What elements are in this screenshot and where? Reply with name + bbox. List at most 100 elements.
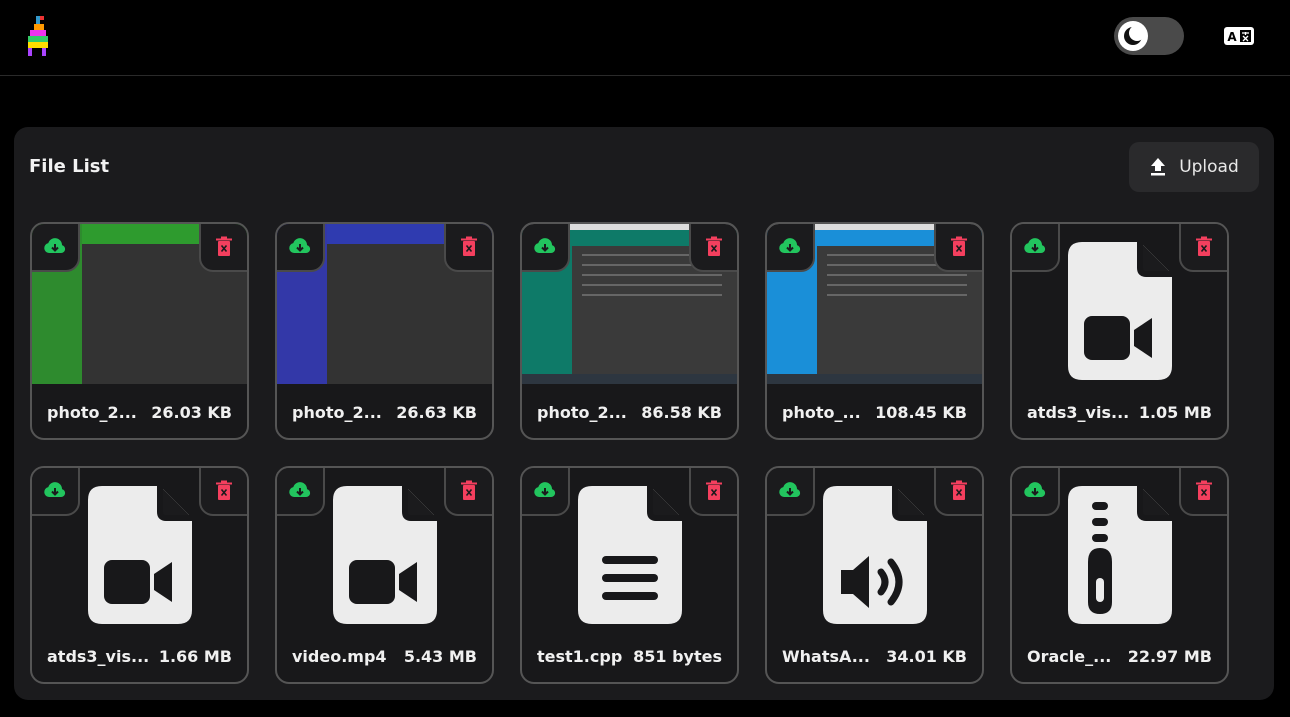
thumbnail-row: [827, 284, 967, 286]
file-card-footer: Oracle_... 22.97 MB: [1012, 628, 1227, 682]
thumbnail-row: [827, 294, 967, 296]
file-size: 86.58 KB: [641, 402, 722, 422]
trash-icon: [951, 236, 967, 256]
download-button[interactable]: [522, 468, 570, 516]
cloud-download-icon: [779, 238, 801, 254]
trash-icon: [706, 236, 722, 256]
file-name: photo_2...: [292, 402, 382, 422]
file-size: 5.43 MB: [403, 646, 477, 666]
page-title: File List: [29, 156, 110, 177]
file-card-footer: atds3_vis... 1.66 MB: [32, 628, 247, 682]
upload-icon: [1151, 158, 1166, 176]
file-card-footer: WhatsA... 34.01 KB: [767, 628, 982, 682]
theme-toggle-knob: [1118, 21, 1148, 51]
delete-button[interactable]: [1179, 468, 1227, 516]
upload-label: Upload: [1179, 157, 1239, 177]
delete-button[interactable]: [444, 468, 492, 516]
file-card[interactable]: Oracle_... 22.97 MB: [1010, 466, 1229, 684]
top-bar: A: [0, 0, 1290, 76]
delete-button[interactable]: [934, 224, 982, 272]
audio-file-icon: [822, 486, 927, 624]
cloud-download-icon: [534, 482, 556, 498]
cloud-download-icon: [1024, 482, 1046, 498]
file-card[interactable]: photo_2... 86.58 KB: [520, 222, 739, 440]
cloud-download-icon: [289, 482, 311, 498]
trash-icon: [1196, 236, 1212, 256]
file-name: atds3_vis...: [1027, 402, 1130, 422]
file-size: 1.66 MB: [158, 646, 232, 666]
file-card-footer: test1.cpp 851 bytes: [522, 628, 737, 682]
file-card[interactable]: photo_2... 26.63 KB: [275, 222, 494, 440]
cloud-download-icon: [44, 238, 66, 254]
trash-icon: [461, 236, 477, 256]
upload-button[interactable]: Upload: [1129, 142, 1259, 192]
download-button[interactable]: [32, 468, 80, 516]
file-card[interactable]: atds3_vis... 1.05 MB: [1010, 222, 1229, 440]
video-file-icon: [1067, 242, 1172, 380]
thumbnail-dock: [522, 374, 737, 384]
delete-button[interactable]: [444, 224, 492, 272]
trash-icon: [1196, 480, 1212, 500]
trash-icon: [216, 480, 232, 500]
thumbnail-row: [582, 274, 722, 276]
delete-button[interactable]: [689, 224, 737, 272]
file-size: 34.01 KB: [886, 646, 967, 666]
file-card[interactable]: photo_... 108.45 KB: [765, 222, 984, 440]
file-name: photo_...: [782, 402, 861, 422]
cloud-download-icon: [289, 238, 311, 254]
file-card-footer: video.mp4 5.43 MB: [277, 628, 492, 682]
file-card[interactable]: test1.cpp 851 bytes: [520, 466, 739, 684]
file-name: Oracle_...: [1027, 646, 1112, 666]
file-size: 26.03 KB: [151, 402, 232, 422]
moon-icon: [1124, 25, 1145, 45]
cloud-download-icon: [1024, 238, 1046, 254]
file-size: 26.63 KB: [396, 402, 477, 422]
download-button[interactable]: [277, 468, 325, 516]
translate-icon[interactable]: A: [1224, 27, 1254, 45]
download-button[interactable]: [1012, 468, 1060, 516]
file-name: photo_2...: [537, 402, 627, 422]
file-card[interactable]: WhatsA... 34.01 KB: [765, 466, 984, 684]
file-size: 1.05 MB: [1138, 402, 1212, 422]
download-button[interactable]: [32, 224, 80, 272]
download-button[interactable]: [767, 468, 815, 516]
file-card-footer: atds3_vis... 1.05 MB: [1012, 384, 1227, 438]
file-name: photo_2...: [47, 402, 137, 422]
download-button[interactable]: [767, 224, 815, 272]
delete-button[interactable]: [199, 468, 247, 516]
delete-button[interactable]: [1179, 224, 1227, 272]
file-card-footer: photo_2... 86.58 KB: [522, 384, 737, 438]
thumbnail-row: [582, 284, 722, 286]
file-card[interactable]: atds3_vis... 1.66 MB: [30, 466, 249, 684]
cloud-download-icon: [534, 238, 556, 254]
file-size: 851 bytes: [633, 646, 722, 666]
trash-icon: [951, 480, 967, 500]
llama-pinata-icon[interactable]: [22, 14, 54, 58]
theme-toggle[interactable]: [1114, 17, 1184, 55]
thumbnail-dock: [767, 374, 982, 384]
file-name: WhatsA...: [782, 646, 870, 666]
file-card-footer: photo_2... 26.03 KB: [32, 384, 247, 438]
text-file-icon: [577, 486, 682, 624]
file-name: test1.cpp: [537, 646, 623, 666]
video-file-icon: [332, 486, 437, 624]
file-card-footer: photo_... 108.45 KB: [767, 384, 982, 438]
delete-button[interactable]: [199, 224, 247, 272]
svg-text:A: A: [1227, 30, 1237, 44]
download-button[interactable]: [1012, 224, 1060, 272]
file-name: atds3_vis...: [47, 646, 150, 666]
download-button[interactable]: [522, 224, 570, 272]
cloud-download-icon: [779, 482, 801, 498]
delete-button[interactable]: [689, 468, 737, 516]
delete-button[interactable]: [934, 468, 982, 516]
archive-file-icon: [1067, 486, 1172, 624]
file-card[interactable]: photo_2... 26.03 KB: [30, 222, 249, 440]
thumbnail-row: [827, 274, 967, 276]
file-size: 22.97 MB: [1127, 646, 1212, 666]
file-card[interactable]: video.mp4 5.43 MB: [275, 466, 494, 684]
trash-icon: [461, 480, 477, 500]
cloud-download-icon: [44, 482, 66, 498]
file-name: video.mp4: [292, 646, 387, 666]
file-card-footer: photo_2... 26.63 KB: [277, 384, 492, 438]
download-button[interactable]: [277, 224, 325, 272]
